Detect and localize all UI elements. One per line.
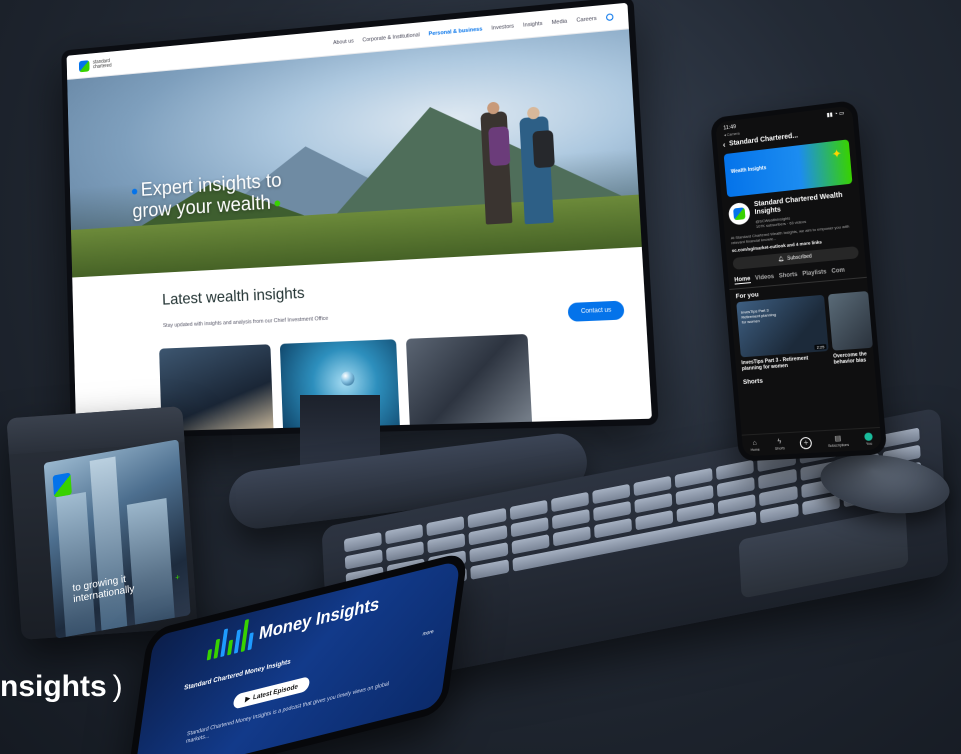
star-icon: ✦ <box>831 146 843 162</box>
home-icon: ⌂ <box>752 439 757 447</box>
phone-screen: 11:49 ▮▮ ◔ ▭ ◂ Camera ‹ Standard Charter… <box>715 105 882 457</box>
caption-word: nsights <box>0 670 107 703</box>
back-arrow-icon[interactable]: ‹ <box>722 140 725 149</box>
sc-logo[interactable]: standard chartered <box>78 57 114 72</box>
podcast-title: Money Insights <box>257 593 381 644</box>
video-overlay-text: InvesTips Part 3 Retirement planning for… <box>740 307 777 325</box>
video-title[interactable]: Overcome the behavior bias <box>833 351 868 366</box>
tab-videos[interactable]: Videos <box>755 274 775 283</box>
monitor-bezel: standard chartered About us Corporate & … <box>61 0 659 440</box>
caption-paren: ) <box>112 670 123 703</box>
plus-icon: + <box>175 572 181 583</box>
search-icon[interactable] <box>605 13 614 22</box>
bell-icon: 🔔︎ <box>777 256 785 263</box>
video-thumbnail[interactable] <box>827 290 873 351</box>
video-thumbnail[interactable]: InvesTips Part 3 Retirement planning for… <box>736 294 829 358</box>
sc-logo-icon <box>78 59 90 72</box>
nav-careers[interactable]: Careers <box>576 15 597 23</box>
smartphone-youtube: 11:49 ▮▮ ◔ ▭ ◂ Camera ‹ Standard Charter… <box>710 99 888 462</box>
insight-card-banknote[interactable] <box>405 333 533 431</box>
tab-shorts[interactable]: Shorts <box>779 272 798 281</box>
sc-logo-icon <box>52 472 72 498</box>
subscriptions-icon: ▤ <box>834 435 842 443</box>
channel-avatar[interactable] <box>727 201 751 226</box>
audio-bar <box>247 632 254 651</box>
section-subtitle: Stay updated with insights and analysis … <box>162 315 329 330</box>
more-link[interactable]: more <box>422 629 434 638</box>
video-row: InvesTips Part 3 Retirement planning for… <box>731 290 873 358</box>
audio-bars-icon <box>206 617 256 661</box>
tab-community[interactable]: Com <box>831 268 845 276</box>
nav-corporate[interactable]: Corporate & Institutional <box>362 32 420 43</box>
water-droplet <box>340 371 355 386</box>
play-icon: ▶ <box>244 694 251 704</box>
backpack <box>532 129 555 169</box>
key <box>470 559 509 580</box>
desktop-monitor: standard chartered About us Corporate & … <box>61 0 702 440</box>
box-screen: to growing it internationally + <box>43 439 191 639</box>
caption-text: nsights) <box>0 670 123 704</box>
section-title: Latest wealth insights <box>161 284 305 309</box>
skyscraper <box>126 497 175 625</box>
logo-text: standard chartered <box>92 57 112 70</box>
nav-investors[interactable]: Investors <box>491 23 514 31</box>
blue-dot-icon <box>131 188 138 195</box>
tab-playlists[interactable]: Playlists <box>802 269 827 278</box>
create-icon: + <box>799 436 813 449</box>
contact-us-button[interactable]: Contact us <box>567 300 625 322</box>
you-avatar-icon <box>864 432 873 442</box>
green-dot-icon <box>274 199 281 207</box>
subscribed-label: Subscribed <box>786 253 813 262</box>
nav-you-label: You <box>865 441 873 447</box>
skyscraper <box>89 456 128 631</box>
nav-you[interactable]: You <box>864 432 873 446</box>
bottom-nav: ⌂ Home ϟ Shorts + ▤ Subscriptions You <box>741 426 882 457</box>
audio-bar <box>227 639 234 656</box>
banner-text: Wealth Insights <box>730 165 767 176</box>
video-duration: 2:25 <box>814 344 827 350</box>
nav-subscriptions-label: Subscriptions <box>827 442 850 449</box>
key <box>760 503 799 524</box>
nav-home-label: Home <box>750 447 760 452</box>
website-screen: standard chartered About us Corporate & … <box>66 2 652 434</box>
nav-subscriptions[interactable]: ▤ Subscriptions <box>827 434 849 448</box>
display-box: to growing it internationally + <box>6 406 198 640</box>
nav-home[interactable]: ⌂ Home <box>750 439 760 452</box>
audio-bar <box>213 638 221 659</box>
nav-media[interactable]: Media <box>551 18 567 25</box>
nav-personal-business[interactable]: Personal & business <box>428 26 482 37</box>
key <box>801 495 840 516</box>
nav-about-us[interactable]: About us <box>333 38 354 46</box>
nav-insights[interactable]: Insights <box>523 20 543 28</box>
nav-shorts-label: Shorts <box>774 445 786 451</box>
backpack <box>488 126 511 167</box>
skyscraper <box>56 491 96 637</box>
shorts-icon: ϟ <box>777 437 782 446</box>
latest-episode-label: Latest Episode <box>252 682 299 702</box>
nav-shorts[interactable]: ϟ Shorts <box>774 438 785 450</box>
nav-create[interactable]: + <box>799 436 813 449</box>
tab-home[interactable]: Home <box>734 276 751 285</box>
sc-logo-icon <box>733 207 746 221</box>
audio-bar <box>206 648 213 661</box>
